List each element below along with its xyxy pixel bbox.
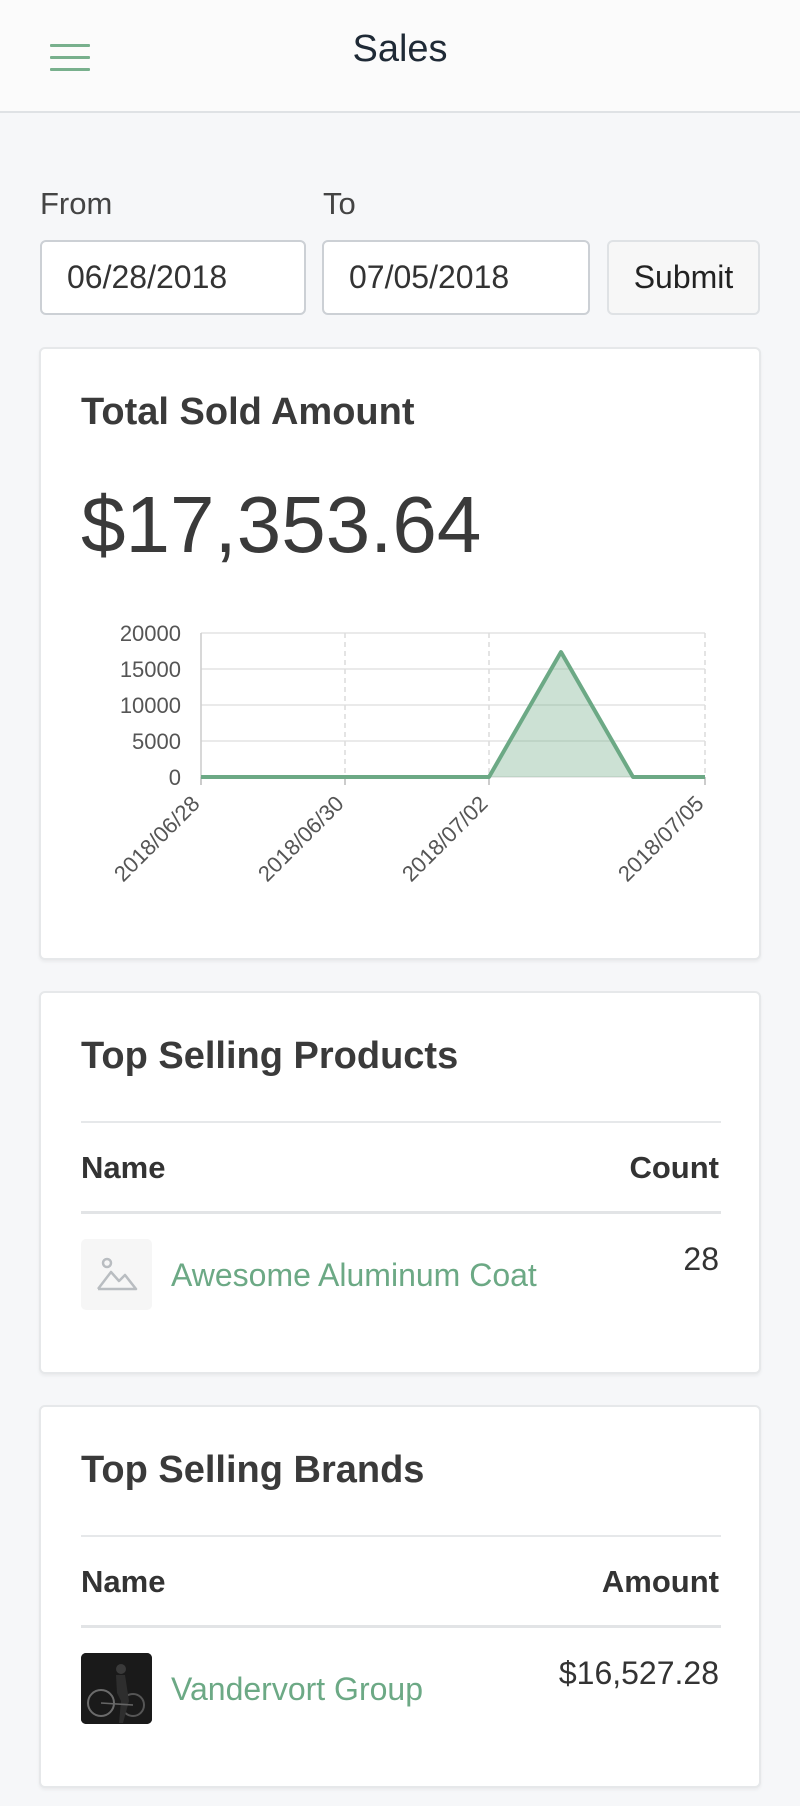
total-sold-card: Total Sold Amount $17,353.64 0 5000 10000 1… [39, 347, 761, 960]
y-tick-label: 20000 [120, 621, 181, 646]
sales-line [201, 650, 705, 779]
submit-button[interactable]: Submit [607, 240, 760, 315]
page-title: Sales [352, 28, 448, 70]
sales-chart: 0 5000 10000 15000 20000 2018/06/28 2018/06/30… [109, 621, 709, 887]
y-tick-label: 15000 [120, 657, 181, 682]
sales-area [201, 652, 705, 777]
image-placeholder-icon [81, 1239, 152, 1310]
table-divider [81, 1121, 721, 1123]
brand-link[interactable]: Vandervort Group [171, 1671, 423, 1708]
product-count: 28 [683, 1241, 719, 1277]
app-header: Sales [0, 0, 800, 113]
column-header-name: Name [81, 1564, 166, 1599]
card-title: Top Selling Brands [81, 1449, 425, 1491]
column-header-count: Count [629, 1150, 719, 1185]
x-tick-label: 2018/07/05 [613, 791, 709, 887]
to-label: To [323, 186, 356, 221]
column-header-name: Name [81, 1150, 166, 1185]
y-tick-label: 5000 [132, 729, 181, 754]
top-brands-card: Top Selling Brands Name Amount Vandervor… [39, 1405, 761, 1788]
table-header-divider [81, 1211, 721, 1214]
x-tick-label: 2018/07/02 [397, 791, 493, 887]
from-date-input[interactable] [40, 240, 306, 315]
table-header-divider [81, 1625, 721, 1628]
column-header-amount: Amount [601, 1564, 719, 1599]
x-tick-label: 2018/06/30 [253, 791, 349, 887]
product-link[interactable]: Awesome Aluminum Coat [171, 1257, 537, 1294]
y-tick-label: 10000 [120, 693, 181, 718]
y-tick-label: 0 [169, 765, 181, 790]
brand-amount: $16,527.28 [558, 1655, 719, 1691]
x-tick-label: 2018/06/28 [109, 791, 205, 887]
from-label: From [40, 186, 113, 221]
brand-photo [81, 1653, 152, 1724]
table-divider [81, 1535, 721, 1537]
top-products-card: Top Selling Products Name Count Awesome … [39, 991, 761, 1374]
to-date-input[interactable] [322, 240, 590, 315]
card-title: Top Selling Products [81, 1035, 459, 1077]
